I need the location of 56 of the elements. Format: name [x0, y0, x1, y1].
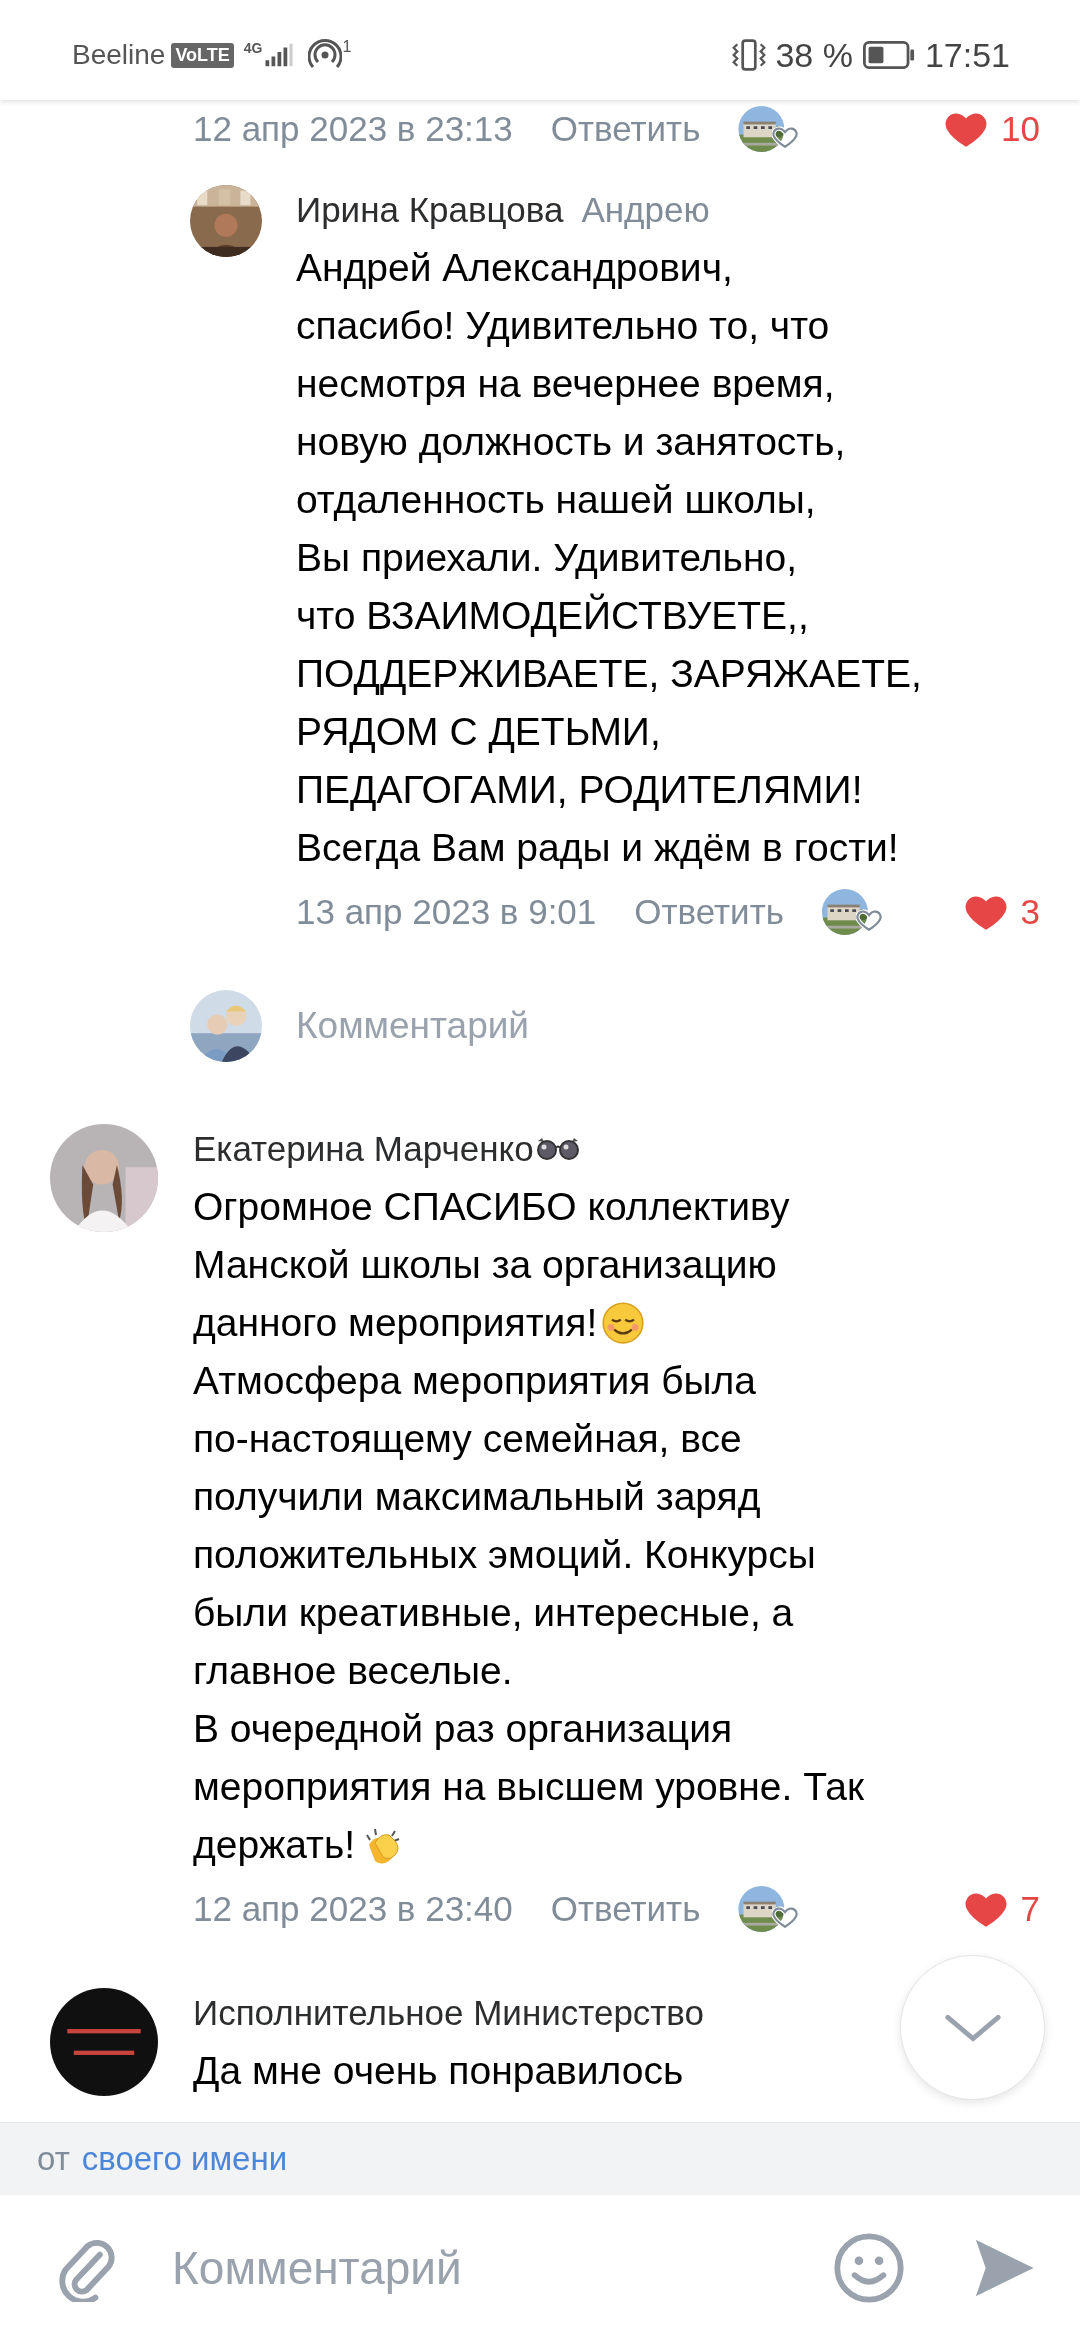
heart-outline-icon	[855, 907, 882, 933]
comment-text: спасибо! Удивительно то, что	[296, 304, 830, 348]
comment-date: 12 апр 2023 в 23:13	[193, 109, 513, 149]
comment-text: по-настоящему семейная, все	[193, 1417, 742, 1461]
comment-text: мероприятия на высшем уровне. Так	[193, 1765, 865, 1809]
comment-input[interactable]: Комментарий	[296, 1005, 796, 1047]
hotspot-count: 1	[342, 38, 352, 56]
like-count: 10	[1001, 109, 1040, 149]
clock-time: 17:51	[924, 35, 1010, 75]
comment-text: Всегда Вам рады и ждём в гости!	[296, 826, 899, 870]
reply-link[interactable]: Ответить	[550, 109, 701, 149]
reply-link[interactable]: Ответить	[634, 892, 784, 932]
sender-prefix: от	[37, 2140, 70, 2178]
comment-text: данного мероприятия!	[193, 1301, 598, 1345]
like-count: 3	[1020, 892, 1040, 932]
comment-text: Вы приехали. Удивительно,	[296, 536, 797, 580]
comment-text: Андрей Александрович,	[296, 246, 733, 290]
comment-text: Атмосфера мероприятия была	[193, 1359, 757, 1403]
comment-text: держать!	[193, 1823, 356, 1867]
comment-text: несмотря на вечернее время,	[296, 362, 835, 406]
heart-outline-icon	[772, 124, 799, 150]
comment-text: Да мне очень понравилось	[193, 2049, 684, 2093]
smiling-face-icon	[601, 1301, 646, 1345]
heart-outline-icon	[772, 1904, 799, 1930]
battery-icon	[862, 41, 915, 69]
chevron-down-icon	[943, 2012, 1002, 2043]
comment-text: В очередной раз организация	[193, 1707, 733, 1751]
comment-date: 12 апр 2023 в 23:40	[193, 1889, 513, 1929]
comment-text: что ВЗАИМОДЕЙСТВУЕТЕ,,	[296, 594, 809, 638]
author-name[interactable]: Исполнительное Министерство	[193, 1993, 705, 2033]
comment-text: ПЕДАГОГАМИ, РОДИТЕЛЯМИ!	[296, 768, 863, 812]
comment-date: 13 апр 2023 в 9:01	[296, 892, 597, 932]
vibrate-icon	[731, 38, 768, 72]
comment-text: положительных эмоций. Конкурсы	[193, 1533, 816, 1577]
comment-text: отдаленность нашей школы,	[296, 478, 816, 522]
comment-text: Огромное СПАСИБО коллективу	[193, 1185, 790, 1229]
comment-input[interactable]: Комментарий	[172, 2240, 833, 2295]
comment-text: были креативные, интересные, а	[193, 1591, 794, 1635]
author-name[interactable]: Ирина Кравцова	[296, 190, 564, 230]
sender-link[interactable]: своего имени	[81, 2140, 288, 2178]
comment-text: получили максимальный заряд	[193, 1475, 761, 1519]
comment-text: главное веселые.	[193, 1649, 513, 1693]
comment-text: Манской школы за организацию	[193, 1243, 777, 1287]
addressee-link[interactable]: Андрею	[581, 190, 710, 230]
volte-badge: VoLTE	[171, 42, 234, 68]
signal-icon	[264, 42, 295, 68]
carrier-label: Beeline	[72, 39, 166, 71]
reply-link[interactable]: Ответить	[550, 1889, 701, 1929]
comment-text: ПОДДЕРЖИВАЕТЕ, ЗАРЯЖАЕТЕ,	[296, 652, 922, 696]
like-count: 7	[1020, 1889, 1040, 1929]
author-name[interactable]: Екатерина Марченко	[193, 1129, 534, 1169]
network-type-label: 4G	[243, 40, 263, 56]
comment-text: РЯДОМ С ДЕТЬМИ,	[296, 710, 661, 754]
comment-text: новую должность и занятость,	[296, 420, 846, 464]
emoji-icon[interactable]	[833, 2231, 905, 2304]
battery-percent: 38 %	[775, 35, 853, 75]
